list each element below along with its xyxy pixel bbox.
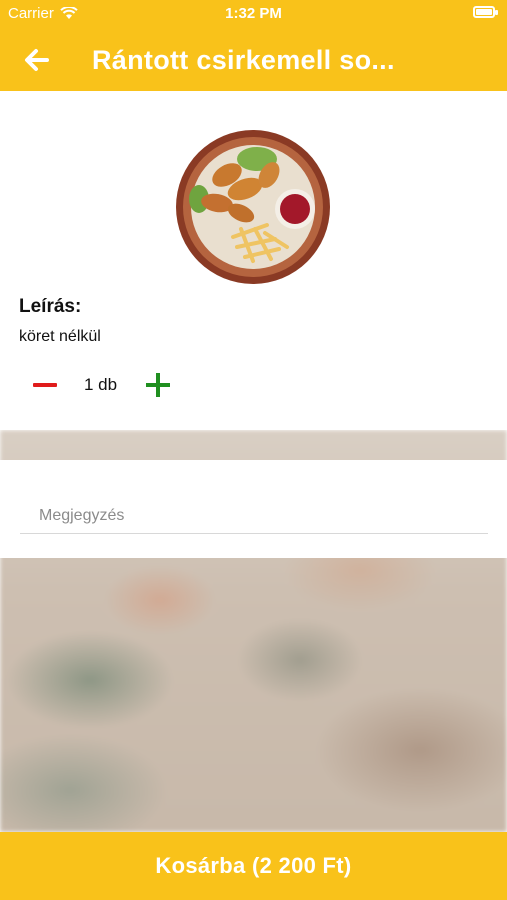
quantity-value: 1 db — [84, 375, 118, 394]
quantity-stepper: 1 db — [0, 366, 507, 402]
nav-bar: Rántott csirkemell so... — [0, 28, 507, 91]
minus-icon — [33, 383, 57, 387]
product-card: Leírás: köret nélkül 1 db — [0, 91, 507, 430]
note-card — [0, 460, 507, 558]
increase-quantity-button[interactable] — [143, 370, 173, 400]
add-to-cart-button[interactable]: Kosárba (2 200 Ft) — [0, 832, 507, 900]
note-input[interactable] — [20, 498, 488, 534]
page-title: Rántott csirkemell so... — [92, 45, 395, 75]
product-image — [176, 130, 330, 284]
description-text: köret nélkül — [19, 328, 101, 345]
back-button[interactable] — [14, 42, 60, 78]
arrow-left-icon — [25, 49, 49, 71]
add-to-cart-label: Kosárba (2 200 Ft) — [155, 853, 352, 878]
decrease-quantity-button[interactable] — [30, 370, 60, 400]
battery-icon — [473, 6, 498, 18]
status-bar: Carrier 1:32 PM — [0, 0, 507, 28]
description-title: Leírás: — [19, 296, 82, 317]
status-time: 1:32 PM — [225, 5, 282, 22]
